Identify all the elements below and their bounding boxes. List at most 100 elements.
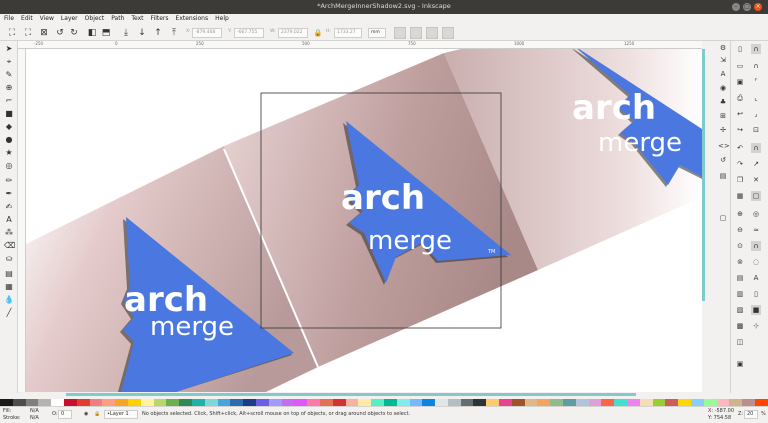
- redo-icon[interactable]: ↷: [735, 159, 745, 169]
- y-field[interactable]: -667.755: [234, 28, 264, 38]
- snap-others-icon[interactable]: ◎: [751, 209, 761, 219]
- lock-layer-icon[interactable]: 🔒: [94, 411, 100, 417]
- palette-swatch[interactable]: [319, 399, 333, 406]
- palette-swatch[interactable]: [511, 399, 525, 406]
- paint-icon[interactable]: ◉: [718, 83, 728, 93]
- palette-swatch[interactable]: [755, 399, 768, 406]
- palette-swatch[interactable]: [140, 399, 154, 406]
- palette-swatch[interactable]: [166, 399, 180, 406]
- snap-center-icon[interactable]: ⊡: [751, 125, 761, 135]
- palette-swatch[interactable]: [230, 399, 244, 406]
- spray-tool-icon[interactable]: ⁂: [4, 228, 14, 238]
- rotate-cw-icon[interactable]: ↻: [68, 27, 80, 39]
- palette-swatch[interactable]: [179, 399, 192, 406]
- group-icon[interactable]: ▧: [735, 305, 745, 315]
- palette-swatch[interactable]: [358, 399, 372, 406]
- symbols-icon[interactable]: ♣: [718, 97, 728, 107]
- pencil-tool-icon[interactable]: ✏: [4, 176, 14, 186]
- snap-text-icon[interactable]: A: [751, 273, 761, 283]
- move-gradients-button[interactable]: [426, 27, 438, 39]
- gear-icon[interactable]: ⚙: [718, 43, 728, 53]
- calligraphy-tool-icon[interactable]: ✍: [4, 202, 14, 212]
- palette-swatch[interactable]: [153, 399, 167, 406]
- opacity-field[interactable]: 0: [58, 410, 72, 419]
- duplicate-icon[interactable]: ▤: [735, 273, 745, 283]
- undo-icon[interactable]: ↶: [735, 143, 745, 153]
- zoom-in-icon[interactable]: ⊕: [735, 209, 745, 219]
- palette-swatch[interactable]: [204, 399, 218, 406]
- zoom-drawing-icon[interactable]: ⊖: [735, 225, 745, 235]
- palette-swatch[interactable]: [665, 399, 679, 406]
- palette-swatch[interactable]: [473, 399, 487, 406]
- bucket-tool-icon[interactable]: ⛀: [4, 254, 14, 264]
- snap-toggle-icon[interactable]: ∩: [751, 44, 761, 54]
- color-palette[interactable]: [0, 399, 768, 406]
- palette-swatch[interactable]: [550, 399, 564, 406]
- lock-icon[interactable]: 🔒: [312, 27, 324, 39]
- zoom-field[interactable]: 20: [744, 410, 758, 419]
- ungroup-icon[interactable]: ▩: [735, 321, 745, 331]
- align-icon[interactable]: ⊞: [718, 111, 728, 121]
- snap-edge-icon[interactable]: ⌜: [751, 77, 761, 87]
- palette-swatch[interactable]: [460, 399, 474, 406]
- palette-swatch[interactable]: [307, 399, 320, 406]
- snap-rotation-icon[interactable]: ◌: [751, 257, 761, 267]
- objects-icon[interactable]: ▢: [718, 213, 728, 223]
- palette-swatch[interactable]: [38, 399, 52, 406]
- rectangle-tool-icon[interactable]: ■: [4, 109, 14, 119]
- clone-icon[interactable]: ▥: [735, 289, 745, 299]
- vertical-scrollbar[interactable]: [702, 49, 705, 301]
- palette-swatch[interactable]: [691, 399, 704, 406]
- connector-tool-icon[interactable]: ╱: [4, 308, 14, 318]
- palette-swatch[interactable]: [281, 399, 295, 406]
- mesh-tool-icon[interactable]: ▦: [4, 282, 14, 292]
- spiral-tool-icon[interactable]: ◎: [4, 161, 14, 171]
- text-tool-icon[interactable]: A: [4, 215, 14, 225]
- snap-grid-icon[interactable]: ∩: [751, 241, 761, 251]
- menu-file[interactable]: File: [0, 14, 17, 22]
- snap-intersection-icon[interactable]: ✕: [751, 175, 761, 185]
- star-tool-icon[interactable]: ★: [4, 148, 14, 158]
- palette-swatch[interactable]: [409, 399, 423, 406]
- menu-text[interactable]: Text: [127, 14, 146, 22]
- palette-swatch[interactable]: [12, 399, 26, 406]
- snap-midpoint-icon[interactable]: ⌟: [751, 109, 761, 119]
- export-arrow-icon[interactable]: ↪: [735, 125, 745, 135]
- palette-swatch[interactable]: [729, 399, 743, 406]
- snap-guide-icon[interactable]: ≈: [751, 225, 761, 235]
- history-icon[interactable]: ↺: [718, 155, 728, 165]
- palette-swatch[interactable]: [371, 399, 384, 406]
- print-icon[interactable]: ⎙: [735, 93, 745, 103]
- palette-swatch[interactable]: [435, 399, 448, 406]
- measure-tool-icon[interactable]: ⌐: [4, 96, 14, 106]
- lower-icon[interactable]: ↓: [136, 27, 148, 39]
- palette-swatch[interactable]: [383, 399, 397, 406]
- menu-object[interactable]: Object: [81, 14, 108, 22]
- menu-extensions[interactable]: Extensions: [172, 14, 212, 22]
- x-field[interactable]: -879.468: [192, 28, 222, 38]
- snap-bbox-icon[interactable]: ∩: [751, 61, 761, 71]
- snap-frame-icon[interactable]: ■: [751, 305, 761, 315]
- lower-to-bottom-icon[interactable]: ⤓: [120, 27, 132, 39]
- palette-swatch[interactable]: [742, 399, 756, 406]
- palette-swatch[interactable]: [0, 399, 13, 406]
- gradient-tool-icon[interactable]: ▤: [4, 269, 14, 279]
- text-icon[interactable]: A: [718, 69, 728, 79]
- palette-swatch[interactable]: [115, 399, 128, 406]
- import-icon[interactable]: ↩: [735, 109, 745, 119]
- open-icon[interactable]: ▭: [735, 61, 745, 71]
- palette-swatch[interactable]: [499, 399, 512, 406]
- palette-swatch[interactable]: [102, 399, 116, 406]
- horizontal-scrollbar[interactable]: [66, 393, 636, 396]
- palette-swatch[interactable]: [76, 399, 90, 406]
- palette-swatch[interactable]: [294, 399, 308, 406]
- palette-swatch[interactable]: [332, 399, 346, 406]
- minimize-button[interactable]: –: [732, 3, 740, 11]
- palette-swatch[interactable]: [614, 399, 628, 406]
- flip-vertical-icon[interactable]: ⬒: [100, 27, 112, 39]
- snap-corner-icon[interactable]: ⌞: [751, 93, 761, 103]
- copy-icon[interactable]: ❐: [735, 175, 745, 185]
- palette-swatch[interactable]: [524, 399, 538, 406]
- palette-swatch[interactable]: [268, 399, 282, 406]
- palette-swatch[interactable]: [652, 399, 666, 406]
